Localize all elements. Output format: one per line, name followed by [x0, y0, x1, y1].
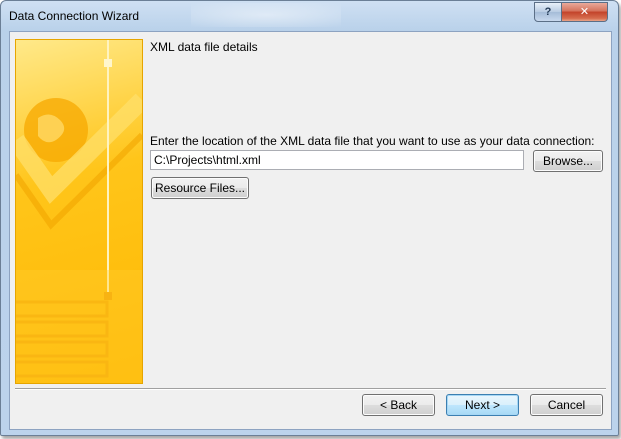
cancel-button[interactable]: Cancel	[530, 394, 603, 416]
browse-button[interactable]: Browse...	[533, 150, 603, 172]
help-button[interactable]: ?	[534, 2, 562, 22]
close-icon: ✕	[579, 6, 590, 18]
close-button[interactable]: ✕	[561, 2, 608, 22]
title-bar[interactable]: Data Connection Wizard ? ✕	[1, 1, 618, 31]
next-button[interactable]: Next >	[446, 394, 519, 416]
wizard-window: Data Connection Wizard ? ✕ XML data file…	[0, 0, 619, 436]
resource-files-button[interactable]: Resource Files...	[151, 177, 249, 199]
wizard-banner	[15, 39, 143, 384]
dialog-body: XML data file details Enter the location…	[9, 31, 612, 430]
location-prompt: Enter the location of the XML data file …	[150, 134, 595, 148]
banner-graphic	[16, 40, 142, 383]
section-title: XML data file details	[150, 40, 258, 54]
title-glow	[191, 3, 341, 27]
xml-path-input[interactable]	[150, 150, 524, 170]
window-title: Data Connection Wizard	[9, 9, 140, 23]
back-button[interactable]: < Back	[362, 394, 435, 416]
footer-separator	[15, 388, 606, 390]
